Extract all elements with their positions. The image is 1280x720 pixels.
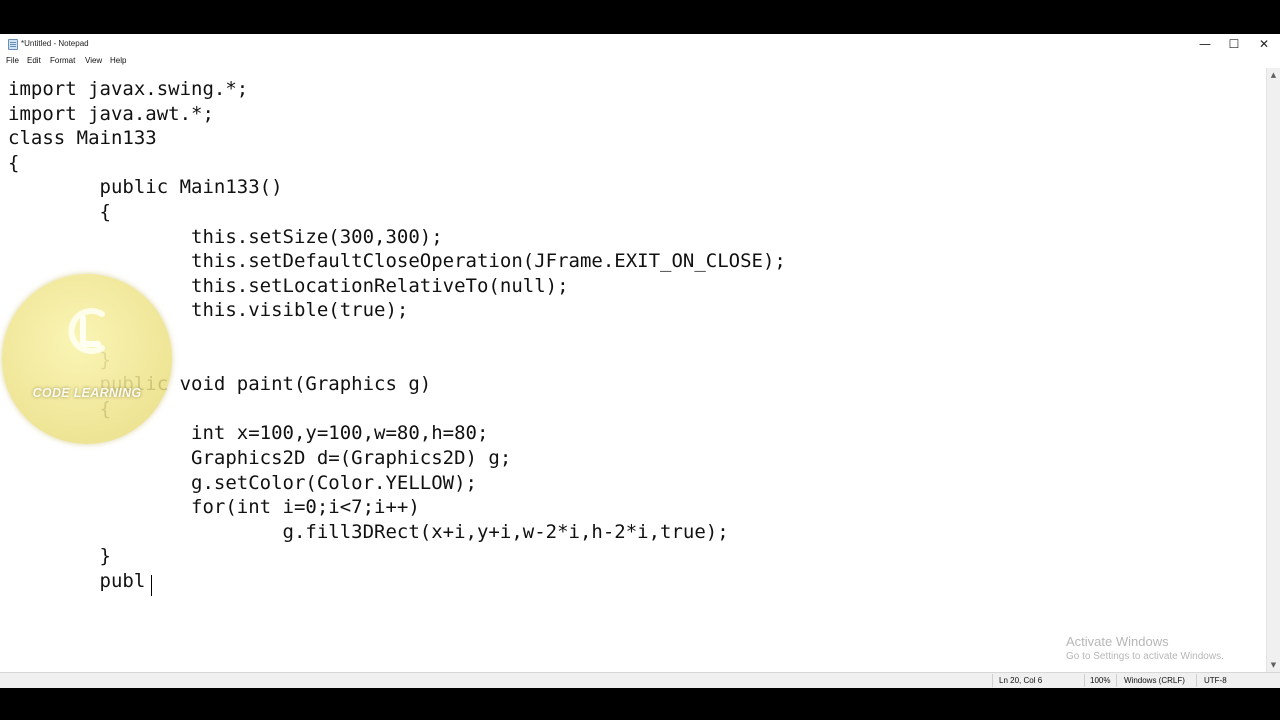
status-separator bbox=[1116, 674, 1117, 687]
scroll-up-arrow-icon[interactable]: ▲ bbox=[1267, 68, 1280, 82]
title-bar[interactable]: *Untitled - Notepad — ☐ ✕ bbox=[0, 34, 1280, 54]
menu-bar: File Edit Format View Help bbox=[0, 54, 1280, 68]
status-separator bbox=[1196, 674, 1197, 687]
status-encoding: UTF-8 bbox=[1204, 676, 1227, 685]
menu-format[interactable]: Format bbox=[50, 56, 75, 65]
status-zoom: 100% bbox=[1090, 676, 1111, 685]
maximize-button[interactable]: ☐ bbox=[1219, 34, 1249, 54]
logo-text: CODE LEARNING bbox=[32, 386, 142, 400]
menu-help[interactable]: Help bbox=[110, 56, 126, 65]
code-line: Graphics2D d=(Graphics2D) g; bbox=[8, 447, 512, 469]
menu-file[interactable]: File bbox=[6, 56, 19, 65]
notepad-icon bbox=[8, 39, 18, 50]
text-caret bbox=[151, 575, 152, 596]
code-line: this.setDefaultCloseOperation(JFrame.EXI… bbox=[8, 250, 786, 273]
code-line: public Main133() bbox=[8, 176, 283, 199]
status-line-ending: Windows (CRLF) bbox=[1124, 676, 1185, 685]
close-button[interactable]: ✕ bbox=[1249, 34, 1279, 54]
menu-edit[interactable]: Edit bbox=[27, 56, 41, 65]
watermark-title: Activate Windows bbox=[1066, 634, 1169, 649]
status-separator bbox=[1084, 674, 1085, 687]
text-editor[interactable]: import javax.swing.*; import java.awt.*; c… bbox=[0, 68, 1266, 672]
watermark-subtitle: Go to Settings to activate Windows. bbox=[1066, 651, 1224, 662]
code-line: { bbox=[8, 151, 20, 174]
notepad-window: *Untitled - Notepad — ☐ ✕ File Edit Form… bbox=[0, 34, 1280, 688]
activate-windows-watermark: Activate Windows Go to Settings to activ… bbox=[1066, 634, 1224, 662]
status-bar: Ln 20, Col 6 100% Windows (CRLF) UTF-8 bbox=[0, 672, 1280, 688]
code-line: for(int i=0;i<7;i++) bbox=[8, 496, 420, 519]
code-learning-logo: CODE LEARNING bbox=[2, 274, 172, 444]
code-line: { bbox=[8, 201, 111, 223]
code-line: publ bbox=[8, 570, 146, 592]
code-line: import javax.swing.*; bbox=[8, 78, 249, 100]
code-line: g.fill3DRect(x+i,y+i,w-2*i,h-2*i,true); bbox=[8, 520, 729, 543]
minimize-button[interactable]: — bbox=[1190, 34, 1220, 54]
scroll-down-arrow-icon[interactable]: ▼ bbox=[1267, 658, 1280, 672]
code-line: class Main133 bbox=[8, 127, 157, 150]
status-separator bbox=[992, 674, 993, 687]
code-line: this.setSize(300,300); bbox=[8, 225, 443, 248]
window-title: *Untitled - Notepad bbox=[21, 39, 89, 48]
code-line: import java.awt.*; bbox=[8, 102, 214, 125]
code-line: } bbox=[8, 545, 111, 568]
code-line: g.setColor(Color.YELLOW); bbox=[8, 471, 477, 494]
menu-view[interactable]: View bbox=[85, 56, 102, 65]
code-learning-logo-icon bbox=[68, 308, 105, 354]
status-cursor-position: Ln 20, Col 6 bbox=[999, 676, 1043, 685]
vertical-scrollbar[interactable]: ▲ ▼ bbox=[1266, 68, 1280, 672]
